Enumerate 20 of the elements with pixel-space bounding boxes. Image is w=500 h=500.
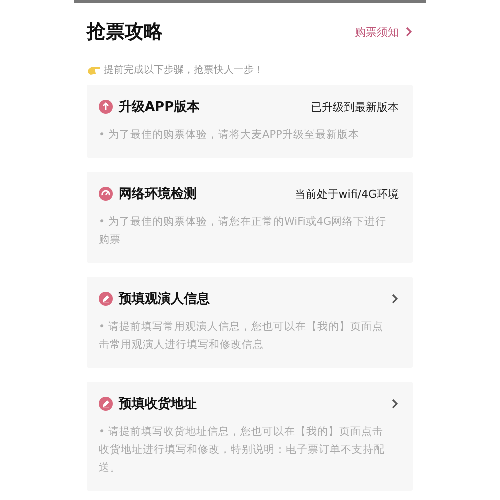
- step-title: 预填观演人信息: [119, 290, 211, 308]
- step-status: 当前处于wifi/4G环境: [294, 186, 399, 202]
- step-description: • 请提前填写收货地址信息，您也可以在【我的】页面点击收货地址进行填写和修改，特别说明：电子票订单不支持配送。: [99, 425, 386, 476]
- step-title: 预填收货地址: [119, 396, 198, 413]
- gauge-icon: [99, 187, 113, 201]
- step-description: • 为了最佳的购票体验，请将大麦APP升级至最新版本: [99, 128, 360, 143]
- pen-icon: [99, 397, 113, 411]
- chevron-icon[interactable]: [390, 293, 399, 305]
- step-title: 升级APP版本: [119, 99, 202, 116]
- step-description: • 请提前填写常用观演人信息，您也可以在【我的】页面点击常用观演人进行填写和修改信息: [99, 320, 385, 353]
- pen-icon: [99, 292, 113, 306]
- tip-text: 提前完成以下步骤，抢票快人一步！: [104, 64, 264, 77]
- page-title: 抢票攻略: [87, 20, 163, 45]
- chevron-icon[interactable]: [390, 398, 399, 410]
- step-status: 已升级到最新版本: [311, 100, 399, 114]
- chevron-icon: [404, 26, 413, 38]
- step-title: 网络环境检测: [119, 186, 198, 203]
- pointing-hand-icon: [87, 64, 101, 76]
- notice-link[interactable]: 购票须知: [355, 24, 413, 40]
- step-description: • 为了最佳的购票体验，请您在正常的WiFi或4G网络下进行购票: [99, 215, 388, 248]
